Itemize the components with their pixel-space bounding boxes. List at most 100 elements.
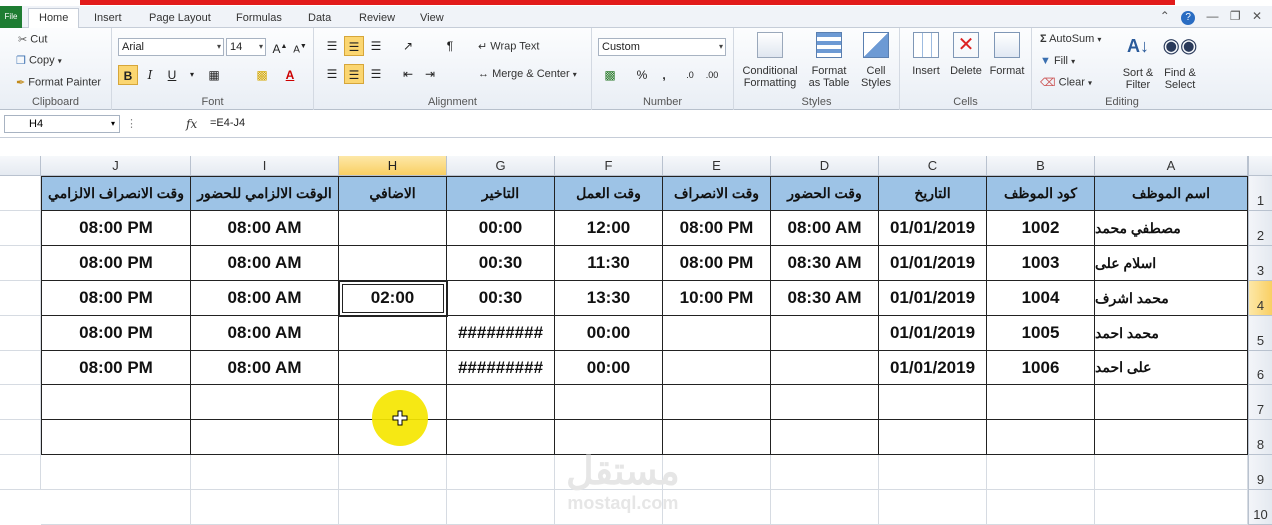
cell-i6[interactable]: 08:00 AM — [191, 351, 339, 385]
cell-h5[interactable] — [339, 316, 447, 351]
increase-indent-icon[interactable]: ⇥ — [420, 64, 440, 84]
formula-input[interactable]: =E4-J4 — [210, 117, 245, 129]
delete-cells-button[interactable]: ✕ Delete — [946, 32, 986, 77]
cell-f2[interactable]: 12:00 — [555, 211, 663, 246]
align-left-icon[interactable]: ☰ — [322, 64, 342, 84]
cell-g2[interactable]: 00:00 — [447, 211, 555, 246]
align-middle-icon[interactable]: ☰ — [344, 36, 364, 56]
cell-f4[interactable]: 13:30 — [555, 281, 663, 316]
align-right-icon[interactable]: ☰ — [366, 64, 386, 84]
cell-e4[interactable]: 10:00 PM — [663, 281, 771, 316]
column-header-i[interactable]: I — [191, 156, 339, 176]
cell-styles-button[interactable]: Cell Styles — [856, 32, 896, 89]
column-header-d[interactable]: D — [771, 156, 879, 176]
tab-home[interactable]: Home — [28, 8, 80, 29]
currency-icon[interactable]: ▩ — [600, 65, 620, 85]
column-header-g[interactable]: G — [447, 156, 555, 176]
cell-b7[interactable] — [987, 385, 1095, 420]
column-header-h[interactable]: H — [339, 156, 447, 176]
format-painter-button[interactable]: ✒ Format Painter — [16, 76, 101, 89]
header-cell-a[interactable]: اسم الموظف — [1095, 176, 1248, 211]
merge-center-button[interactable]: ↔ Merge & Center ▾ — [478, 68, 577, 80]
row-header-3[interactable]: 3 — [1248, 246, 1272, 281]
autosum-button[interactable]: Σ AutoSum ▾ — [1040, 33, 1101, 45]
cell-d6[interactable] — [771, 351, 879, 385]
cell-i8[interactable] — [191, 420, 339, 455]
column-header-c[interactable]: C — [879, 156, 987, 176]
row-header-9[interactable]: 9 — [1248, 455, 1272, 490]
rtl-direction-icon[interactable]: ¶ — [440, 36, 460, 56]
cell-g5[interactable]: ######### — [447, 316, 555, 351]
tab-file[interactable]: File — [0, 6, 22, 28]
help-icon[interactable]: ? — [1181, 11, 1196, 25]
grow-font-button[interactable]: A▲ — [270, 37, 290, 57]
cell-c6[interactable]: 01/01/2019 — [879, 351, 987, 385]
align-center-icon[interactable]: ☰ — [344, 64, 364, 84]
cell-a7[interactable] — [1095, 385, 1248, 420]
header-cell-d[interactable]: وقت الحضور — [771, 176, 879, 211]
cell-e8[interactable] — [663, 420, 771, 455]
cell-i2[interactable]: 08:00 AM — [191, 211, 339, 246]
cell-c3[interactable]: 01/01/2019 — [879, 246, 987, 281]
cell-b4[interactable]: 1004 — [987, 281, 1095, 316]
cell-b3[interactable]: 1003 — [987, 246, 1095, 281]
cell-d3[interactable]: 08:30 AM — [771, 246, 879, 281]
minimize-ribbon-icon[interactable]: ⌃ — [1160, 9, 1170, 23]
tab-view[interactable]: View — [420, 9, 444, 28]
cell-a8[interactable] — [1095, 420, 1248, 455]
cell-d7[interactable] — [771, 385, 879, 420]
align-bottom-icon[interactable]: ☰ — [366, 36, 386, 56]
increase-decimal-icon[interactable]: .0 — [680, 65, 700, 85]
insert-cells-button[interactable]: Insert — [906, 32, 946, 77]
header-cell-e[interactable]: وقت الانصراف — [663, 176, 771, 211]
header-cell-c[interactable]: التاريخ — [879, 176, 987, 211]
row-header-7[interactable]: 7 — [1248, 385, 1272, 420]
cell-c5[interactable]: 01/01/2019 — [879, 316, 987, 351]
number-format-select[interactable]: Custom ▾ — [598, 38, 726, 56]
cell-j8[interactable] — [41, 420, 191, 455]
cell-g7[interactable] — [447, 385, 555, 420]
format-as-table-button[interactable]: Format as Table — [806, 32, 852, 89]
comma-button[interactable]: , — [654, 65, 674, 85]
row-header-10[interactable]: 10 — [1248, 490, 1272, 525]
clear-button[interactable]: ⌫ Clear ▾ — [1040, 76, 1092, 89]
align-top-icon[interactable]: ☰ — [322, 36, 342, 56]
cell-i4[interactable]: 08:00 AM — [191, 281, 339, 316]
cell-f3[interactable]: 11:30 — [555, 246, 663, 281]
percent-button[interactable]: % — [632, 65, 652, 85]
column-header-b[interactable]: B — [987, 156, 1095, 176]
select-all-corner[interactable] — [1248, 156, 1272, 176]
header-cell-i[interactable]: الوقت الالزامي للحضور — [191, 176, 339, 211]
font-family-select[interactable]: Arial ▾ — [118, 38, 224, 56]
cell-c2[interactable]: 01/01/2019 — [879, 211, 987, 246]
font-size-select[interactable]: 14 ▾ — [226, 38, 266, 56]
wrap-text-button[interactable]: ↵ Wrap Text — [478, 40, 539, 53]
cell-i7[interactable] — [191, 385, 339, 420]
row-header-4[interactable]: 4 — [1248, 281, 1272, 316]
font-color-icon[interactable]: A — [280, 65, 300, 85]
header-cell-j[interactable]: وقت الانصراف الالزامي — [41, 176, 191, 211]
header-cell-g[interactable]: التاخير — [447, 176, 555, 211]
cell-j2[interactable]: 08:00 PM — [41, 211, 191, 246]
cell-f5[interactable]: 00:00 — [555, 316, 663, 351]
cell-b2[interactable]: 1002 — [987, 211, 1095, 246]
cell-c4[interactable]: 01/01/2019 — [879, 281, 987, 316]
header-cell-h[interactable]: الاضافي — [339, 176, 447, 211]
shrink-font-button[interactable]: A▼ — [290, 37, 310, 57]
name-box[interactable]: H4 ▾ — [4, 115, 120, 133]
underline-dropdown-icon[interactable]: ▾ — [182, 65, 202, 85]
cell-d2[interactable]: 08:00 AM — [771, 211, 879, 246]
cell-a6[interactable]: على احمد — [1095, 351, 1248, 385]
header-cell-b[interactable]: كود الموظف — [987, 176, 1095, 211]
orientation-icon[interactable]: ↗ — [398, 36, 418, 56]
column-header-j[interactable]: J — [41, 156, 191, 176]
tab-formulas[interactable]: Formulas — [236, 9, 282, 28]
tab-insert[interactable]: Insert — [94, 9, 122, 28]
cell-e5[interactable] — [663, 316, 771, 351]
copy-button[interactable]: ❐ Copy ▾ — [16, 54, 62, 67]
header-cell-f[interactable]: وقت العمل — [555, 176, 663, 211]
cell-e2[interactable]: 08:00 PM — [663, 211, 771, 246]
row-header-2[interactable]: 2 — [1248, 211, 1272, 246]
italic-button[interactable]: I — [140, 65, 160, 85]
cell-e3[interactable]: 08:00 PM — [663, 246, 771, 281]
